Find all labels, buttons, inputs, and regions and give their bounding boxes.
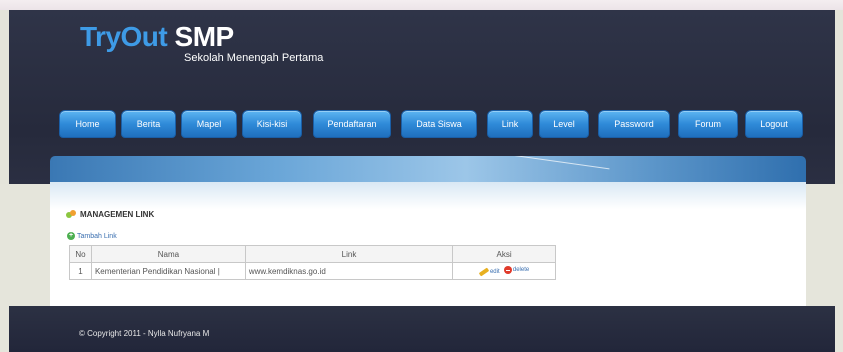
delete-label: delete (512, 267, 530, 273)
header-aksi: Aksi (452, 245, 556, 263)
cell-no: 1 (69, 262, 92, 280)
logo-smp-text: SMP (174, 21, 235, 52)
banner (50, 156, 806, 182)
delete-icon (503, 266, 512, 274)
table-row: 1 Kementerian Pendidikan Nasional | www.… (69, 262, 556, 280)
header-link: Link (244, 245, 454, 263)
links-table: No Nama Link Aksi 1 Kementerian Pendidik… (69, 245, 556, 280)
nav-link[interactable]: Link (487, 110, 533, 138)
delete-link[interactable]: delete (503, 266, 530, 274)
nav-berita[interactable]: Berita (121, 110, 176, 138)
edit-label: edit (489, 269, 500, 275)
nav-logout[interactable]: Logout (745, 110, 803, 138)
cell-nama: Kementerian Pendidikan Nasional | (90, 262, 246, 280)
pencil-icon (478, 267, 490, 277)
nav-level[interactable]: Level (539, 110, 589, 138)
section-title: MANAGEMEN LINK (66, 208, 154, 220)
top-strip (0, 0, 843, 10)
nav-home[interactable]: Home (59, 110, 116, 138)
nav-password[interactable]: Password (598, 110, 670, 138)
site-subtitle: Sekolah Menengah Pertama (184, 52, 324, 64)
link-group-icon (66, 209, 76, 219)
edit-link[interactable]: edit (478, 267, 500, 277)
header-nama: Nama (90, 245, 246, 263)
logo-tryout-text: TryOut (80, 21, 168, 52)
content-panel: MANAGEMEN LINK + Tambah Link No Nama Lin… (50, 182, 806, 306)
banner-streak (490, 156, 610, 170)
add-icon: + (67, 232, 75, 240)
nav-pendaftaran[interactable]: Pendaftaran (313, 110, 391, 138)
nav-kisi-kisi[interactable]: Kisi-kisi (242, 110, 302, 138)
site-logo[interactable]: TryOut SMP Sekolah Menengah Pertama (80, 21, 323, 65)
table-header-row: No Nama Link Aksi (69, 245, 556, 263)
nav-mapel[interactable]: Mapel (181, 110, 237, 138)
add-link-button[interactable]: + Tambah Link (67, 232, 117, 240)
main-nav: Home Berita Mapel Kisi-kisi Pendaftaran … (0, 110, 843, 138)
section-title-text: MANAGEMEN LINK (80, 209, 155, 219)
copyright-text: © Copyright 2011 - Nylla Nufryana M (79, 329, 210, 338)
cell-link: www.kemdiknas.go.id (244, 262, 454, 280)
cell-aksi: edit delete (452, 262, 556, 280)
nav-forum[interactable]: Forum (678, 110, 738, 138)
nav-data-siswa[interactable]: Data Siswa (401, 110, 477, 138)
add-link-label: Tambah Link (77, 232, 117, 240)
header-no: No (69, 245, 92, 263)
